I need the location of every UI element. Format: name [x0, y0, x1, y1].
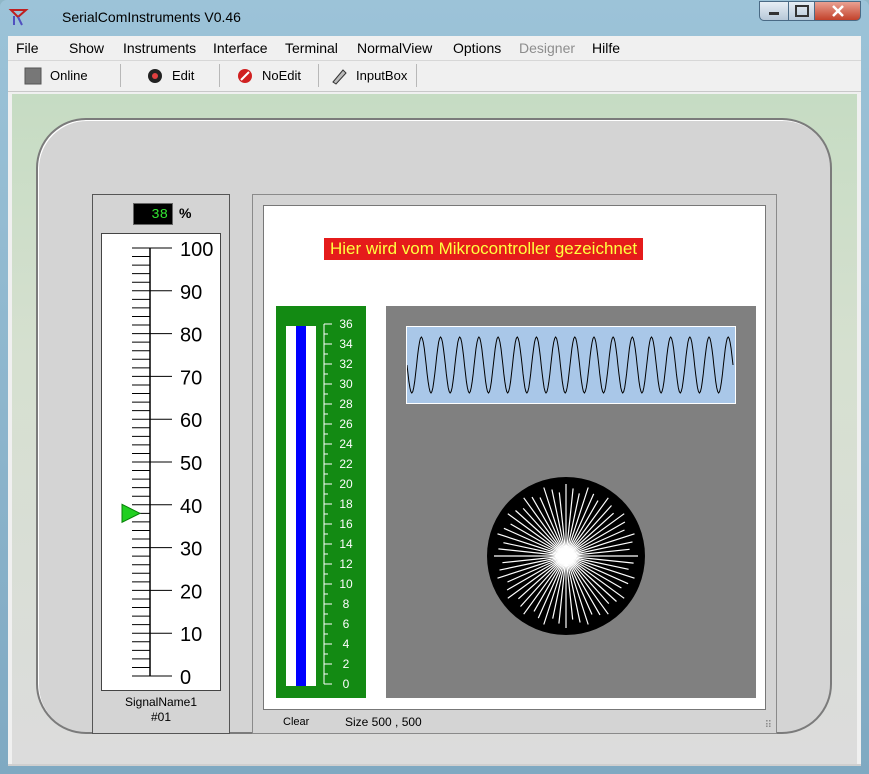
- noedit-icon: [236, 67, 254, 85]
- bar-scale-label: 10: [339, 577, 353, 591]
- meter-scale-label: 90: [180, 282, 202, 304]
- inputbox-label: InputBox: [356, 68, 408, 83]
- meter-value-display: 38: [133, 203, 173, 225]
- maximize-icon: [794, 5, 809, 17]
- meter-scale: 100 90 80 70 60 50 40 30 20 10 0: [101, 233, 221, 691]
- waveform-line: [406, 336, 734, 394]
- spoke-disk: [487, 477, 645, 635]
- menu-instruments[interactable]: Instruments: [123, 40, 196, 56]
- mcu-banner: Hier wird vom Mikrocontroller gezeichnet: [324, 238, 644, 260]
- menu-designer: Designer: [519, 40, 576, 56]
- edit-label: Edit: [172, 68, 195, 83]
- close-button[interactable]: [815, 1, 861, 21]
- bar-fill: [296, 326, 306, 686]
- bar-scale-label: 26: [339, 417, 353, 431]
- bar-scale-label: 30: [339, 377, 353, 391]
- waveform-graph: [406, 336, 734, 394]
- edit-button[interactable]: Edit: [146, 64, 220, 87]
- toolbar: Online Edit NoEdit InputBox: [8, 61, 861, 92]
- signal-name-label: SignalName1: [124, 695, 198, 709]
- bar-scale-label: 2: [343, 657, 350, 671]
- meter-scale-label: 20: [180, 581, 202, 603]
- menu-options[interactable]: Options: [453, 40, 501, 56]
- meter-scale-label: 30: [180, 539, 202, 561]
- meter-scale-label: 0: [180, 667, 191, 689]
- bar-scale-label: 20: [339, 477, 353, 491]
- panel-status-bar: Clear Size 500 , 500 ⠿: [253, 713, 776, 733]
- bar-scale-label: 22: [339, 457, 353, 471]
- meter-scale-label: 50: [180, 453, 202, 475]
- signal-channel-label: #01: [150, 710, 172, 724]
- menu-hilfe[interactable]: Hilfe: [592, 40, 620, 56]
- edit-gear-icon: [146, 67, 164, 85]
- meter-signal-name: SignalName1 #01: [93, 695, 229, 725]
- menu-terminal[interactable]: Terminal: [285, 40, 338, 56]
- resize-grip-icon[interactable]: ⠿: [765, 720, 772, 731]
- menu-normalview[interactable]: NormalView: [357, 40, 432, 56]
- close-icon: [831, 5, 844, 17]
- bar-scale-label: 32: [339, 357, 353, 371]
- minimize-button[interactable]: [759, 1, 789, 21]
- meter-scale-label: 70: [180, 367, 202, 389]
- bar-scale-label: 28: [339, 397, 353, 411]
- graphics-area: [386, 306, 756, 698]
- bar-graph-panel: 36 34 32 30 28 26 24 22 20 18 16 14 12 10 8 6 4 2 0: [276, 306, 366, 698]
- bar-graph: 363432302826242220181614121086420: [286, 317, 353, 691]
- bar-scale-label: 8: [343, 597, 350, 611]
- app-logo-icon: [8, 7, 30, 27]
- window-controls: [759, 1, 861, 21]
- client-area: File Show Instruments Interface Terminal…: [8, 36, 861, 766]
- bar-scale-label: 4: [343, 637, 350, 651]
- online-button[interactable]: Online: [24, 64, 121, 87]
- meter-scale-label: 10: [180, 624, 202, 646]
- size-label: Size 500 , 500: [345, 715, 422, 729]
- title-bar: SerialComInstruments V0.46: [0, 0, 869, 36]
- noedit-label: NoEdit: [262, 68, 302, 83]
- menu-file[interactable]: File: [16, 40, 39, 56]
- disk-hub: [560, 550, 572, 562]
- waveform-box: [406, 326, 736, 404]
- meter-scale-label: 100: [180, 239, 213, 261]
- meter-scale-graphic: 1009080706050403020100: [121, 239, 213, 689]
- meter-scale-label: 40: [180, 496, 202, 518]
- noedit-button[interactable]: NoEdit: [236, 64, 319, 87]
- minimize-icon: [769, 12, 779, 15]
- drawing-canvas: Hier wird vom Mikrocontroller gezeichnet…: [263, 205, 766, 710]
- menu-bar: File Show Instruments Interface Terminal…: [8, 36, 861, 61]
- maximize-button[interactable]: [789, 1, 815, 21]
- clear-button[interactable]: Clear: [283, 716, 309, 728]
- online-label: Online: [50, 68, 88, 83]
- percent-meter: 38 % 100 90 80 70 60 50 40 30 20 10 0 SignalName1 …: [92, 194, 230, 734]
- bar-scale-label: 36: [339, 317, 353, 331]
- menu-interface[interactable]: Interface: [213, 40, 267, 56]
- inputbox-button[interactable]: InputBox: [330, 64, 417, 87]
- bar-scale-label: 6: [343, 617, 350, 631]
- meter-pointer-icon: [121, 503, 142, 524]
- window-title: SerialComInstruments V0.46: [62, 9, 241, 25]
- inputbox-pencil-icon: [330, 67, 348, 85]
- bar-scale-label: 12: [339, 557, 353, 571]
- menu-show[interactable]: Show: [69, 40, 104, 56]
- window-bottom-edge: [8, 764, 861, 766]
- workspace: 38 % 100 90 80 70 60 50 40 30 20 10 0 SignalName1 …: [12, 94, 857, 764]
- bar-scale-label: 24: [339, 437, 353, 451]
- bar-scale-label: 16: [339, 517, 353, 531]
- online-status-icon: [24, 67, 42, 85]
- bar-scale-label: 34: [339, 337, 353, 351]
- bar-scale-label: 18: [339, 497, 353, 511]
- meter-scale-label: 80: [180, 325, 202, 347]
- drawing-panel: Hier wird vom Mikrocontroller gezeichnet…: [252, 194, 777, 734]
- app-window: SerialComInstruments V0.46 File Show Ins…: [0, 0, 869, 774]
- meter-unit: %: [179, 205, 192, 221]
- bar-scale-label: 0: [343, 677, 350, 691]
- bar-scale-label: 14: [339, 537, 353, 551]
- meter-scale-label: 60: [180, 410, 202, 432]
